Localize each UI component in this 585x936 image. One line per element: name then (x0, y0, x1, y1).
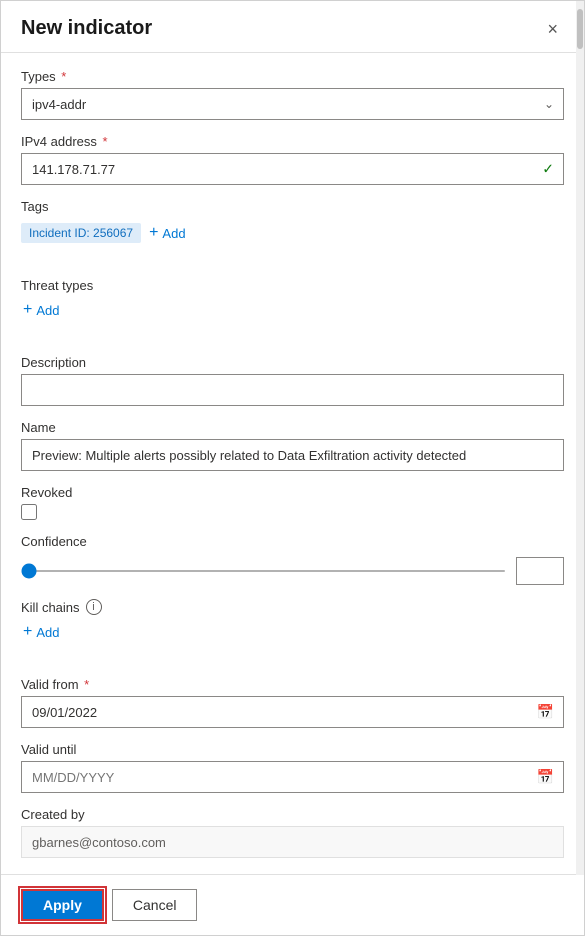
created-by-field-group: Created by (21, 807, 564, 858)
dialog-body: Types * ipv4-addr ipv6-addr domain-name … (1, 53, 584, 874)
types-label: Types * (21, 69, 564, 84)
valid-from-input[interactable] (21, 696, 564, 728)
ipv4-required-star: * (99, 134, 108, 149)
valid-until-field-group: Valid until 📅 (21, 742, 564, 793)
revoked-label: Revoked (21, 485, 564, 500)
dialog-title: New indicator (21, 17, 152, 40)
kill-chains-add-plus-icon: + (23, 623, 32, 641)
confidence-slider-wrapper (21, 557, 564, 585)
scrollbar-track[interactable] (576, 1, 584, 875)
valid-from-required-star: * (81, 677, 90, 692)
types-select[interactable]: ipv4-addr ipv6-addr domain-name url file… (21, 88, 564, 120)
valid-from-label: Valid from * (21, 677, 564, 692)
tags-container: Incident ID: 256067 + Add (21, 220, 564, 246)
ipv4-field-group: IPv4 address * ✓ (21, 134, 564, 185)
types-select-wrapper: ipv4-addr ipv6-addr domain-name url file… (21, 88, 564, 120)
created-by-input (21, 826, 564, 858)
valid-until-input[interactable] (21, 761, 564, 793)
valid-until-calendar-icon[interactable]: 📅 (537, 769, 554, 786)
threat-types-label: Threat types (21, 278, 564, 293)
revoked-checkbox-wrapper (21, 504, 564, 520)
valid-from-input-wrapper: 📅 (21, 696, 564, 728)
kill-chains-label: Kill chains (21, 600, 80, 615)
close-button[interactable]: × (541, 18, 564, 40)
valid-from-field-group: Valid from * 📅 (21, 677, 564, 728)
description-label: Description (21, 355, 564, 370)
ipv4-input[interactable] (21, 153, 564, 185)
dialog-header: New indicator × (1, 1, 584, 53)
kill-chains-info-icon: i (86, 599, 102, 615)
threat-types-add-plus-icon: + (23, 301, 32, 319)
scrollbar-thumb[interactable] (577, 9, 583, 49)
threat-types-section: Threat types + Add (21, 278, 564, 323)
confidence-value-input[interactable] (516, 557, 564, 585)
new-indicator-dialog: New indicator × Types * ipv4-addr ipv6-a… (0, 0, 585, 936)
valid-from-calendar-icon[interactable]: 📅 (537, 704, 554, 721)
confidence-field-group: Confidence (21, 534, 564, 585)
tags-add-plus-icon: + (149, 224, 158, 242)
name-input[interactable] (21, 439, 564, 471)
name-field-group: Name (21, 420, 564, 471)
created-by-label: Created by (21, 807, 564, 822)
types-required-star: * (58, 69, 67, 84)
check-icon: ✓ (542, 161, 554, 178)
threat-types-add-button[interactable]: + Add (21, 297, 564, 323)
ipv4-label: IPv4 address * (21, 134, 564, 149)
kill-chains-label-row: Kill chains i (21, 599, 564, 615)
valid-until-input-wrapper: 📅 (21, 761, 564, 793)
description-input[interactable] (21, 374, 564, 406)
confidence-label: Confidence (21, 534, 564, 549)
tags-label: Tags (21, 199, 564, 214)
dialog-footer: Apply Cancel (1, 874, 584, 935)
description-field-group: Description (21, 355, 564, 406)
ipv4-input-wrapper: ✓ (21, 153, 564, 185)
revoked-checkbox[interactable] (21, 504, 37, 520)
kill-chains-section: Kill chains i + Add (21, 599, 564, 645)
confidence-slider[interactable] (21, 570, 506, 572)
tags-add-button[interactable]: + Add (147, 220, 187, 246)
tags-field-group: Tags Incident ID: 256067 + Add (21, 199, 564, 246)
name-label: Name (21, 420, 564, 435)
revoked-field-group: Revoked (21, 485, 564, 520)
kill-chains-add-button[interactable]: + Add (21, 619, 564, 645)
types-field-group: Types * ipv4-addr ipv6-addr domain-name … (21, 69, 564, 120)
tag-chip-incident: Incident ID: 256067 (21, 223, 141, 243)
valid-until-label: Valid until (21, 742, 564, 757)
